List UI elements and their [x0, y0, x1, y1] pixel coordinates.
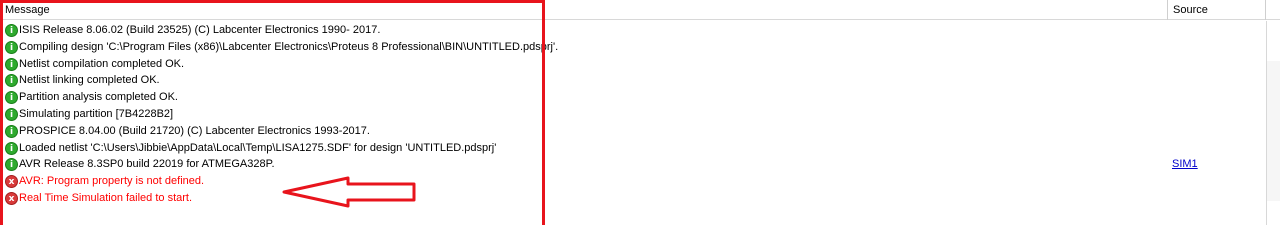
- message-text: Simulating partition [7B4228B2]: [19, 108, 174, 120]
- info-icon: i: [5, 141, 18, 155]
- message-text: PROSPICE 8.04.00 (Build 21720) (C) Labce…: [19, 124, 370, 137]
- vertical-scrollbar[interactable]: [1266, 21, 1280, 225]
- message-text: AVR Release 8.3SP0 build 22019 for ATMEG…: [19, 158, 275, 171]
- message-text: AVR: Program property is not defined.: [19, 175, 205, 188]
- message-text: Netlist compilation completed OK.: [19, 57, 185, 70]
- source-column-header[interactable]: Source: [1168, 0, 1266, 20]
- error-message-row[interactable]: x Real Time Simulation failed to start.: [0, 190, 1280, 207]
- info-icon: i: [5, 40, 18, 54]
- message-text: Compiling design 'C:\Program Files (x86)…: [19, 40, 559, 53]
- message-text: ISIS Release 8.06.02 (Build 23525) (C) L…: [19, 24, 381, 36]
- info-message-row[interactable]: i Loaded netlist 'C:\Users\Jibbie\AppData…: [0, 140, 1280, 157]
- info-message-row[interactable]: i Compiling design 'C:\Program Files (x86…: [0, 39, 1280, 56]
- info-icon: i: [5, 108, 18, 121]
- info-message-row[interactable]: i Simulating partition [7B4228B2]: [0, 106, 1280, 123]
- message-text: Real Time Simulation failed to start.: [19, 192, 193, 204]
- scrollbar-thumb[interactable]: [1267, 61, 1280, 201]
- message-list: i ISIS Release 8.06.02 (Build 23525) (C) …: [0, 22, 1280, 225]
- info-message-row[interactable]: i AVR Release 8.3SP0 build 22019 for ATME…: [0, 156, 1280, 173]
- info-message-row[interactable]: i PROSPICE 8.04.00 (Build 21720) (C) Labc…: [0, 123, 1280, 140]
- message-text: Partition analysis completed OK.: [19, 91, 178, 104]
- error-icon: x: [5, 192, 18, 205]
- info-message-row[interactable]: i Partition analysis completed OK.: [0, 89, 1280, 106]
- info-icon: i: [5, 91, 18, 105]
- info-icon: i: [5, 124, 18, 138]
- info-message-row[interactable]: i Netlist compilation completed OK.: [0, 56, 1280, 73]
- message-text: Loaded netlist 'C:\Users\Jibbie\AppData\…: [19, 141, 497, 154]
- log-header: Message Source: [0, 0, 1280, 20]
- info-icon: i: [5, 57, 18, 71]
- info-icon: i: [5, 158, 18, 172]
- error-icon: x: [5, 175, 18, 189]
- extra-column-header: [1266, 0, 1280, 20]
- error-message-row[interactable]: x AVR: Program property is not defined.: [0, 173, 1280, 190]
- simulation-log-panel: Message Source i ISIS Release 8.06.02 (Bu…: [0, 0, 1280, 225]
- info-icon: i: [5, 74, 18, 88]
- info-message-row[interactable]: i ISIS Release 8.06.02 (Build 23525) (C) …: [0, 22, 1280, 39]
- message-column-header[interactable]: Message: [0, 0, 1168, 20]
- info-message-row[interactable]: i Netlist linking completed OK.: [0, 72, 1280, 89]
- info-icon: i: [5, 24, 18, 37]
- source-link[interactable]: SIM1: [1172, 157, 1198, 172]
- message-text: Netlist linking completed OK.: [19, 74, 160, 87]
